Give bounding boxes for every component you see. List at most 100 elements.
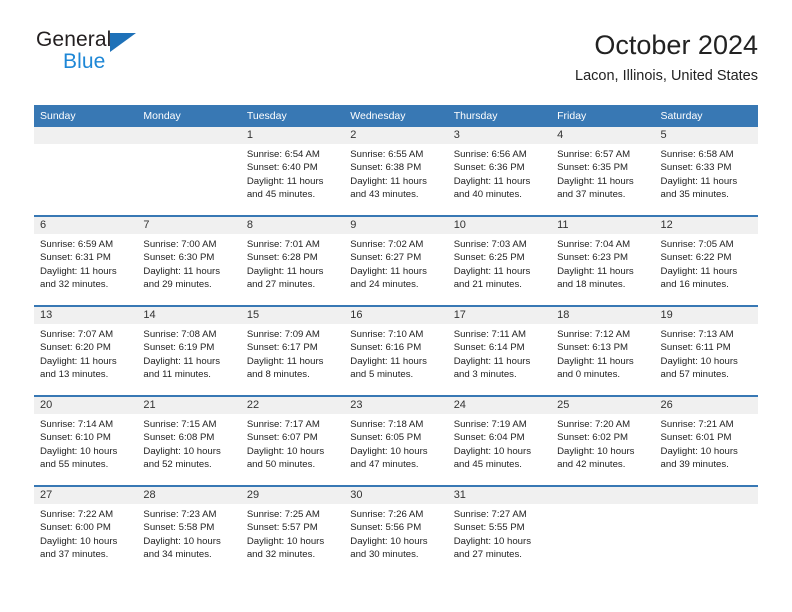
daylight-text-line1: Daylight: 10 hours [246,445,325,457]
day-info: Sunrise: 7:14 AM Sunset: 6:10 PM Dayligh… [34,414,137,472]
daylight-text-line1: Daylight: 11 hours [350,355,427,367]
weekday-header-thursday: Thursday [447,105,552,127]
general-blue-logo[interactable]: General Blue [34,28,234,84]
calendar-week-row: 1 Sunrise: 6:54 AM Sunset: 6:40 PM Dayli… [34,127,758,216]
calendar-day-cell[interactable]: 30 Sunrise: 7:26 AM Sunset: 5:56 PM Dayl… [344,485,448,575]
day-info: Sunrise: 7:25 AM Sunset: 5:57 PM Dayligh… [241,504,344,562]
day-info [655,504,758,508]
sunrise-sunset-calendar: Sunday Monday Tuesday Wednesday Thursday… [34,105,758,575]
day-info: Sunrise: 7:26 AM Sunset: 5:56 PM Dayligh… [344,504,447,562]
day-number: 15 [240,307,345,324]
calendar-day-cell[interactable]: 21 Sunrise: 7:15 AM Sunset: 6:08 PM Dayl… [137,395,241,486]
day-number: 11 [551,217,655,234]
sunrise-text: Sunrise: 7:13 AM [660,329,734,340]
sunrise-text: Sunrise: 7:25 AM [246,509,320,520]
daylight-text-line2: and 35 minutes. [660,189,729,201]
calendar-day-cell[interactable]: 17 Sunrise: 7:11 AM Sunset: 6:14 PM Dayl… [447,305,552,396]
calendar-day-cell[interactable]: 22 Sunrise: 7:17 AM Sunset: 6:07 PM Dayl… [240,395,345,486]
day-number [34,127,138,144]
sunrise-text: Sunrise: 7:18 AM [350,419,424,430]
calendar-day-cell[interactable]: 25 Sunrise: 7:20 AM Sunset: 6:02 PM Dayl… [551,395,655,486]
daylight-text-line2: and 13 minutes. [40,369,109,381]
day-number: 2 [344,127,448,144]
calendar-day-cell[interactable]: 28 Sunrise: 7:23 AM Sunset: 5:58 PM Dayl… [137,485,241,575]
day-info: Sunrise: 7:13 AM Sunset: 6:11 PM Dayligh… [655,324,758,382]
sunset-text: Sunset: 6:19 PM [143,342,215,354]
calendar-day-cell[interactable]: 27 Sunrise: 7:22 AM Sunset: 6:00 PM Dayl… [34,485,138,575]
day-info: Sunrise: 7:05 AM Sunset: 6:22 PM Dayligh… [655,234,758,292]
calendar-day-cell[interactable]: 15 Sunrise: 7:09 AM Sunset: 6:17 PM Dayl… [240,305,345,396]
calendar-day-cell[interactable]: 3 Sunrise: 6:56 AM Sunset: 6:36 PM Dayli… [447,127,552,216]
daylight-text-line2: and 32 minutes. [246,549,316,561]
calendar-day-cell[interactable] [551,485,655,575]
sunset-text: Sunset: 6:25 PM [453,252,525,264]
day-info: Sunrise: 7:08 AM Sunset: 6:19 PM Dayligh… [137,324,240,382]
calendar-day-cell[interactable]: 1 Sunrise: 6:54 AM Sunset: 6:40 PM Dayli… [240,127,345,216]
sunrise-text: Sunrise: 7:08 AM [143,329,217,340]
day-info: Sunrise: 7:07 AM Sunset: 6:20 PM Dayligh… [34,324,137,382]
calendar-day-cell[interactable]: 7 Sunrise: 7:00 AM Sunset: 6:30 PM Dayli… [137,215,241,306]
sunrise-text: Sunrise: 7:00 AM [143,239,217,250]
calendar-week-row: 6 Sunrise: 6:59 AM Sunset: 6:31 PM Dayli… [34,215,758,306]
sunset-text: Sunset: 6:16 PM [350,342,422,354]
weekday-header-sunday: Sunday [34,105,138,127]
calendar-day-cell[interactable] [34,127,138,216]
daylight-text-line2: and 32 minutes. [40,279,109,291]
calendar-day-cell[interactable]: 19 Sunrise: 7:13 AM Sunset: 6:11 PM Dayl… [654,305,758,396]
sunrise-text: Sunrise: 7:07 AM [40,329,114,340]
calendar-day-cell[interactable]: 23 Sunrise: 7:18 AM Sunset: 6:05 PM Dayl… [344,395,448,486]
daylight-text-line1: Daylight: 11 hours [453,265,531,277]
day-info: Sunrise: 7:15 AM Sunset: 6:08 PM Dayligh… [137,414,240,472]
page-title: October 2024 [594,30,758,60]
sunrise-text: Sunrise: 7:05 AM [660,239,734,250]
day-number: 25 [551,397,655,414]
day-number: 29 [240,487,345,504]
calendar-day-cell[interactable]: 5 Sunrise: 6:58 AM Sunset: 6:33 PM Dayli… [654,127,758,216]
day-info: Sunrise: 7:18 AM Sunset: 6:05 PM Dayligh… [344,414,447,472]
logo-triangle-icon [110,33,136,52]
calendar-day-cell[interactable]: 18 Sunrise: 7:12 AM Sunset: 6:13 PM Dayl… [551,305,655,396]
calendar-day-cell[interactable]: 24 Sunrise: 7:19 AM Sunset: 6:04 PM Dayl… [447,395,552,486]
calendar-day-cell[interactable]: 31 Sunrise: 7:27 AM Sunset: 5:55 PM Dayl… [447,485,552,575]
sunset-text: Sunset: 6:02 PM [557,432,629,444]
calendar-day-cell[interactable] [137,127,241,216]
calendar-day-cell[interactable] [654,485,758,575]
calendar-day-cell[interactable]: 14 Sunrise: 7:08 AM Sunset: 6:19 PM Dayl… [137,305,241,396]
calendar-day-cell[interactable]: 16 Sunrise: 7:10 AM Sunset: 6:16 PM Dayl… [344,305,448,396]
day-number: 1 [240,127,345,144]
day-info: Sunrise: 7:04 AM Sunset: 6:23 PM Dayligh… [551,234,654,292]
calendar-day-cell[interactable]: 8 Sunrise: 7:01 AM Sunset: 6:28 PM Dayli… [240,215,345,306]
day-number: 19 [654,307,758,324]
calendar-day-cell[interactable]: 2 Sunrise: 6:55 AM Sunset: 6:38 PM Dayli… [344,127,448,216]
day-number: 27 [34,487,138,504]
calendar-day-cell[interactable]: 4 Sunrise: 6:57 AM Sunset: 6:35 PM Dayli… [551,127,655,216]
daylight-text-line2: and 18 minutes. [557,279,626,291]
daylight-text-line2: and 52 minutes. [143,459,212,471]
daylight-text-line1: Daylight: 11 hours [453,175,531,187]
sunrise-text: Sunrise: 7:15 AM [143,419,217,430]
day-info: Sunrise: 7:19 AM Sunset: 6:04 PM Dayligh… [448,414,551,472]
calendar-day-cell[interactable]: 9 Sunrise: 7:02 AM Sunset: 6:27 PM Dayli… [344,215,448,306]
day-number: 17 [447,307,552,324]
page-header: General Blue October 2024 Lacon, Illinoi… [34,28,758,92]
calendar-day-cell[interactable]: 10 Sunrise: 7:03 AM Sunset: 6:25 PM Dayl… [447,215,552,306]
calendar-day-cell[interactable]: 11 Sunrise: 7:04 AM Sunset: 6:23 PM Dayl… [551,215,655,306]
calendar-day-cell[interactable]: 20 Sunrise: 7:14 AM Sunset: 6:10 PM Dayl… [34,395,138,486]
day-number: 24 [447,397,552,414]
day-info: Sunrise: 7:23 AM Sunset: 5:58 PM Dayligh… [137,504,240,562]
calendar-day-cell[interactable]: 6 Sunrise: 6:59 AM Sunset: 6:31 PM Dayli… [34,215,138,306]
day-info [137,144,240,148]
sunset-text: Sunset: 6:35 PM [557,162,629,174]
sunrise-text: Sunrise: 7:12 AM [557,329,631,340]
calendar-week-row: 20 Sunrise: 7:14 AM Sunset: 6:10 PM Dayl… [34,395,758,486]
day-info: Sunrise: 7:00 AM Sunset: 6:30 PM Dayligh… [137,234,240,292]
calendar-day-cell[interactable]: 29 Sunrise: 7:25 AM Sunset: 5:57 PM Dayl… [240,485,345,575]
day-number: 21 [137,397,241,414]
day-number: 14 [137,307,241,324]
calendar-day-cell[interactable]: 26 Sunrise: 7:21 AM Sunset: 6:01 PM Dayl… [654,395,758,486]
calendar-day-cell[interactable]: 13 Sunrise: 7:07 AM Sunset: 6:20 PM Dayl… [34,305,138,396]
sunrise-text: Sunrise: 6:55 AM [350,149,424,160]
sunset-text: Sunset: 6:11 PM [660,342,731,354]
calendar-day-cell[interactable]: 12 Sunrise: 7:05 AM Sunset: 6:22 PM Dayl… [654,215,758,306]
daylight-text-line1: Daylight: 10 hours [40,535,118,547]
